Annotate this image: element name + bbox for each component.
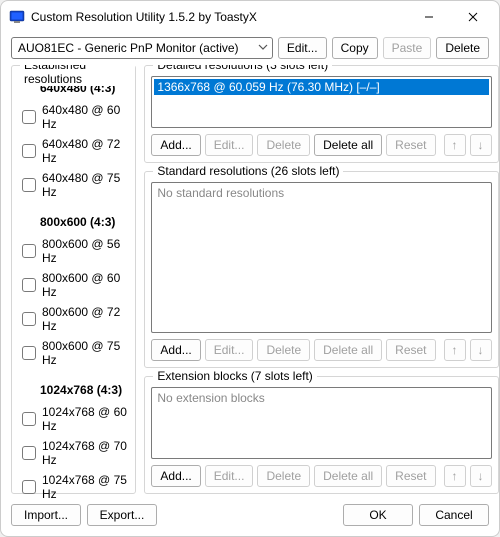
resolution-label: 800x600 @ 60 Hz	[42, 271, 129, 299]
main-body: Established resolutions 640x480 (4:3)640…	[1, 65, 499, 498]
footer: Import... Export... OK Cancel	[1, 498, 499, 536]
resolution-checkbox[interactable]	[22, 244, 36, 258]
resolution-checkbox[interactable]	[22, 346, 36, 360]
detailed-toolbar: Add... Edit... Delete Delete all Reset ↑…	[151, 128, 491, 156]
minimize-button[interactable]	[407, 3, 451, 31]
resolution-item[interactable]: 640x480 @ 72 Hz	[18, 134, 129, 168]
extension-reset-button[interactable]: Reset	[386, 465, 435, 487]
monitor-toolbar: AUO81EC - Generic PnP Monitor (active) E…	[1, 33, 499, 65]
arrow-down-icon: ↓	[478, 138, 484, 152]
detailed-move-up-button[interactable]: ↑	[444, 134, 466, 156]
ok-button[interactable]: OK	[343, 504, 413, 526]
arrow-up-icon: ↑	[452, 343, 458, 357]
resolution-checkbox[interactable]	[22, 278, 36, 292]
standard-edit-button[interactable]: Edit...	[205, 339, 254, 361]
resolution-item[interactable]: 800x600 @ 60 Hz	[18, 268, 129, 302]
resolution-label: 640x480 @ 60 Hz	[42, 103, 129, 131]
paste-button[interactable]: Paste	[383, 37, 432, 59]
arrow-down-icon: ↓	[478, 469, 484, 483]
established-title: Established resolutions	[20, 65, 135, 86]
extension-delete-all-button[interactable]: Delete all	[314, 465, 382, 487]
resolution-checkbox[interactable]	[22, 144, 36, 158]
detailed-reset-button[interactable]: Reset	[386, 134, 435, 156]
detailed-title: Detailed resolutions (3 slots left)	[153, 65, 332, 72]
resolution-label: 640x480 @ 72 Hz	[42, 137, 129, 165]
established-panel: Established resolutions 640x480 (4:3)640…	[11, 65, 136, 494]
resolution-checkbox[interactable]	[22, 480, 36, 494]
resolution-item[interactable]: 640x480 @ 60 Hz	[18, 100, 129, 134]
cancel-button[interactable]: Cancel	[419, 504, 489, 526]
detailed-item[interactable]: 1366x768 @ 60.059 Hz (76.30 MHz) [–/–]	[154, 79, 488, 95]
extension-title: Extension blocks (7 slots left)	[153, 369, 316, 383]
export-button[interactable]: Export...	[87, 504, 157, 526]
resolution-label: 800x600 @ 72 Hz	[42, 305, 129, 333]
resolution-label: 1024x768 @ 70 Hz	[42, 439, 129, 467]
standard-list[interactable]: No standard resolutions	[151, 182, 491, 333]
resolution-checkbox[interactable]	[22, 110, 36, 124]
resolution-item[interactable]: 800x600 @ 75 Hz	[18, 336, 129, 370]
app-icon	[9, 9, 25, 25]
standard-placeholder: No standard resolutions	[157, 186, 284, 200]
resolution-item[interactable]: 800x600 @ 56 Hz	[18, 234, 129, 268]
chevron-down-icon	[258, 42, 268, 55]
resolution-item[interactable]: 640x480 @ 75 Hz	[18, 168, 129, 202]
resolution-item[interactable]: 1024x768 @ 60 Hz	[18, 402, 129, 436]
resolution-item[interactable]: 800x600 @ 72 Hz	[18, 302, 129, 336]
resolution-label: 1024x768 @ 75 Hz	[42, 473, 129, 498]
resolution-group-header: 800x600 (4:3)	[18, 210, 129, 234]
standard-add-button[interactable]: Add...	[151, 339, 200, 361]
extension-add-button[interactable]: Add...	[151, 465, 200, 487]
extension-placeholder: No extension blocks	[157, 391, 264, 405]
close-button[interactable]	[451, 3, 495, 31]
extension-edit-button[interactable]: Edit...	[205, 465, 254, 487]
detailed-list[interactable]: 1366x768 @ 60.059 Hz (76.30 MHz) [–/–]	[151, 76, 491, 128]
standard-move-down-button[interactable]: ↓	[470, 339, 492, 361]
extension-delete-button[interactable]: Delete	[257, 465, 310, 487]
resolution-group-header: 1024x768 (4:3)	[18, 378, 129, 402]
standard-delete-button[interactable]: Delete	[257, 339, 310, 361]
detailed-section: Detailed resolutions (3 slots left) 1366…	[144, 65, 498, 163]
resolution-checkbox[interactable]	[22, 178, 36, 192]
detailed-add-button[interactable]: Add...	[151, 134, 200, 156]
resolution-checkbox[interactable]	[22, 412, 36, 426]
detailed-delete-button[interactable]: Delete	[257, 134, 310, 156]
standard-delete-all-button[interactable]: Delete all	[314, 339, 382, 361]
extension-move-up-button[interactable]: ↑	[444, 465, 466, 487]
extension-move-down-button[interactable]: ↓	[470, 465, 492, 487]
copy-button[interactable]: Copy	[332, 37, 378, 59]
window-controls	[407, 3, 495, 31]
delete-monitor-button[interactable]: Delete	[436, 37, 489, 59]
window-title: Custom Resolution Utility 1.5.2 by Toast…	[31, 10, 401, 24]
resolution-label: 1024x768 @ 60 Hz	[42, 405, 129, 433]
import-button[interactable]: Import...	[11, 504, 81, 526]
app-window: Custom Resolution Utility 1.5.2 by Toast…	[0, 0, 500, 537]
detailed-move-down-button[interactable]: ↓	[470, 134, 492, 156]
standard-section: Standard resolutions (26 slots left) No …	[144, 171, 498, 368]
detailed-delete-all-button[interactable]: Delete all	[314, 134, 382, 156]
detailed-edit-button[interactable]: Edit...	[205, 134, 254, 156]
standard-toolbar: Add... Edit... Delete Delete all Reset ↑…	[151, 333, 491, 361]
standard-title: Standard resolutions (26 slots left)	[153, 164, 343, 178]
established-list: 640x480 (4:3)640x480 @ 60 Hz640x480 @ 72…	[18, 76, 129, 498]
resolution-label: 640x480 @ 75 Hz	[42, 171, 129, 199]
arrow-down-icon: ↓	[478, 343, 484, 357]
resolution-label: 800x600 @ 75 Hz	[42, 339, 129, 367]
standard-reset-button[interactable]: Reset	[386, 339, 435, 361]
resolution-item[interactable]: 1024x768 @ 75 Hz	[18, 470, 129, 498]
resolution-item[interactable]: 1024x768 @ 70 Hz	[18, 436, 129, 470]
monitor-select[interactable]: AUO81EC - Generic PnP Monitor (active)	[11, 37, 273, 59]
extension-toolbar: Add... Edit... Delete Delete all Reset ↑…	[151, 459, 491, 487]
arrow-up-icon: ↑	[452, 469, 458, 483]
resolution-label: 800x600 @ 56 Hz	[42, 237, 129, 265]
extension-list[interactable]: No extension blocks	[151, 387, 491, 459]
resolution-checkbox[interactable]	[22, 312, 36, 326]
edit-monitor-button[interactable]: Edit...	[278, 37, 327, 59]
titlebar: Custom Resolution Utility 1.5.2 by Toast…	[1, 1, 499, 33]
extension-section: Extension blocks (7 slots left) No exten…	[144, 376, 498, 494]
resolution-checkbox[interactable]	[22, 446, 36, 460]
standard-move-up-button[interactable]: ↑	[444, 339, 466, 361]
arrow-up-icon: ↑	[452, 138, 458, 152]
right-panel: Detailed resolutions (3 slots left) 1366…	[144, 65, 498, 494]
monitor-select-value: AUO81EC - Generic PnP Monitor (active)	[18, 41, 239, 55]
